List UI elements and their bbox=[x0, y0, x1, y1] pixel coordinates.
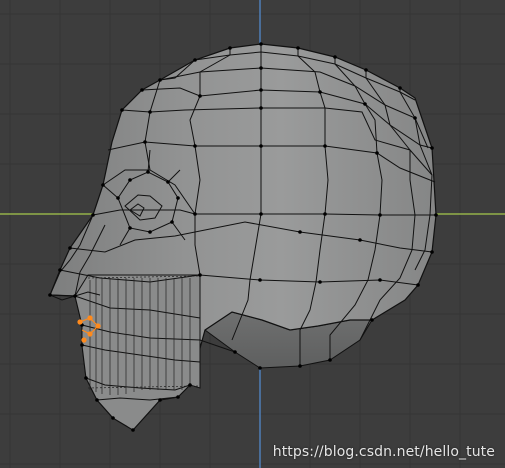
head-mesh[interactable] bbox=[48, 42, 438, 432]
watermark-text: https://blog.csdn.net/hello_tute bbox=[272, 444, 495, 460]
viewport-canvas[interactable] bbox=[0, 0, 505, 468]
jaw-surface bbox=[74, 274, 201, 431]
3d-viewport[interactable]: https://blog.csdn.net/hello_tute bbox=[0, 0, 505, 468]
